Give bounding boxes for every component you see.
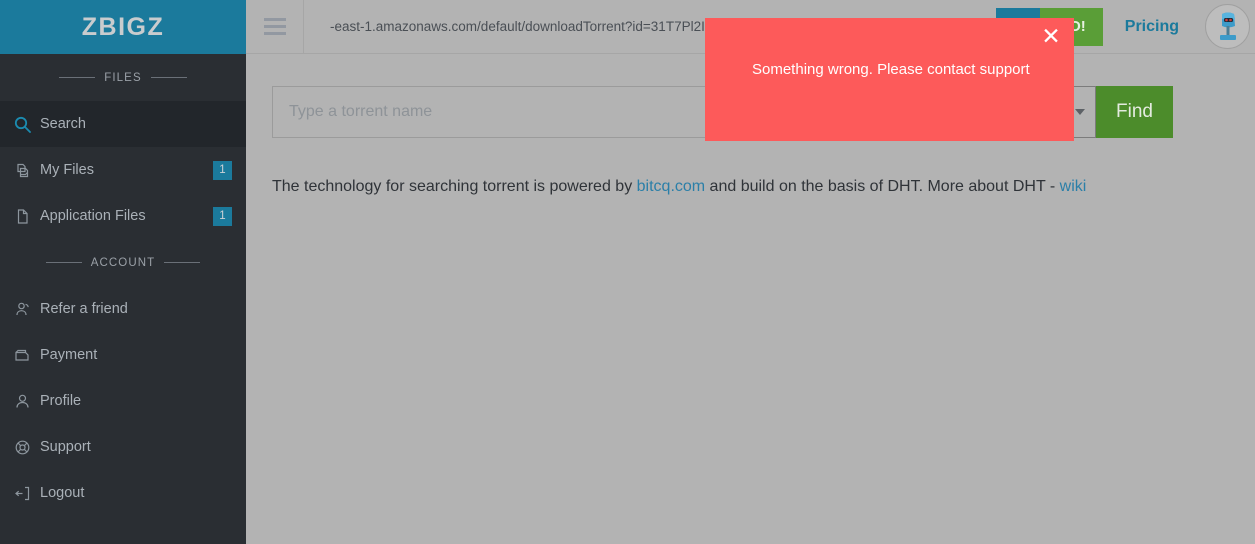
hamburger-icon[interactable] bbox=[246, 0, 304, 54]
sidebar-item-support[interactable]: Support bbox=[0, 424, 246, 470]
sidebar-item-label: Refer a friend bbox=[40, 301, 128, 317]
user-icon bbox=[14, 390, 40, 412]
divider-rule-left bbox=[45, 262, 82, 263]
wallet-icon bbox=[14, 344, 40, 366]
sidebar-section-account: ACCOUNT bbox=[0, 239, 246, 286]
sidebar-item-payment[interactable]: Payment bbox=[0, 332, 246, 378]
sidebar-badge-application-files: 1 bbox=[213, 206, 232, 226]
hamburger-bar bbox=[263, 18, 286, 21]
sidebar-item-refer-a-friend[interactable]: Refer a friend bbox=[0, 286, 246, 332]
hamburger-bar bbox=[263, 25, 286, 28]
sidebar-item-label: Profile bbox=[40, 393, 82, 409]
info-text: The technology for searching torrent is … bbox=[272, 178, 1173, 196]
user-add-icon bbox=[14, 298, 40, 320]
sidebar-item-application-files[interactable]: Application Files 1 bbox=[0, 193, 246, 239]
sidebar-item-profile[interactable]: Profile bbox=[0, 378, 246, 424]
robot-avatar[interactable] bbox=[1205, 4, 1250, 49]
sidebar-item-label: My Files bbox=[40, 162, 94, 178]
sidebar-item-my-files[interactable]: My Files 1 bbox=[0, 147, 246, 193]
pricing-link[interactable]: Pricing bbox=[1125, 18, 1179, 36]
sidebar-item-label: Payment bbox=[40, 347, 98, 363]
search-icon bbox=[14, 113, 40, 135]
app-logo: ZBIGZ bbox=[81, 12, 165, 41]
find-button[interactable]: Find bbox=[1096, 86, 1173, 138]
sidebar-item-label: Application Files bbox=[40, 208, 146, 224]
robot-avatar-icon bbox=[1219, 12, 1236, 40]
divider-rule-left bbox=[59, 77, 96, 78]
sidebar-section-label: ACCOUNT bbox=[90, 256, 156, 269]
sidebar-item-label: Search bbox=[40, 116, 86, 132]
wiki-link[interactable]: wiki bbox=[1060, 178, 1087, 195]
sidebar-item-label: Support bbox=[40, 439, 91, 455]
sidebar-item-label: Logout bbox=[40, 485, 85, 501]
close-icon[interactable]: ✕ bbox=[1038, 24, 1064, 50]
logo-bar[interactable]: ZBIGZ bbox=[0, 0, 246, 54]
chevron-down-icon bbox=[1075, 109, 1086, 115]
document-icon bbox=[14, 205, 40, 227]
zbigz-app: ZBIGZ FILES Search My Files 1 Applicatio… bbox=[0, 0, 1255, 544]
divider-rule-right bbox=[164, 262, 201, 263]
sidebar-item-search[interactable]: Search bbox=[0, 101, 246, 147]
sidebar-section-files: FILES bbox=[0, 54, 246, 101]
sidebar-section-label: FILES bbox=[104, 71, 142, 84]
bitcq-link[interactable]: bitcq.com bbox=[637, 178, 705, 195]
copy-files-icon bbox=[14, 159, 40, 181]
error-message: Something wrong. Please contact support bbox=[752, 61, 1030, 78]
divider-rule-right bbox=[150, 77, 187, 78]
hamburger-bar bbox=[263, 32, 286, 35]
sidebar: ZBIGZ FILES Search My Files 1 Applicatio… bbox=[0, 0, 246, 544]
info-text-before: The technology for searching torrent is … bbox=[272, 178, 637, 195]
logout-icon bbox=[14, 482, 40, 504]
sidebar-item-logout[interactable]: Logout bbox=[0, 470, 246, 516]
info-text-middle: and build on the basis of DHT. More abou… bbox=[705, 178, 1060, 195]
main-area: -east-1.amazonaws.com/default/downloadTo… bbox=[246, 0, 1255, 544]
sidebar-badge-my-files: 1 bbox=[213, 160, 232, 180]
lifebuoy-icon bbox=[14, 436, 40, 458]
error-banner: ✕ Something wrong. Please contact suppor… bbox=[705, 18, 1074, 141]
